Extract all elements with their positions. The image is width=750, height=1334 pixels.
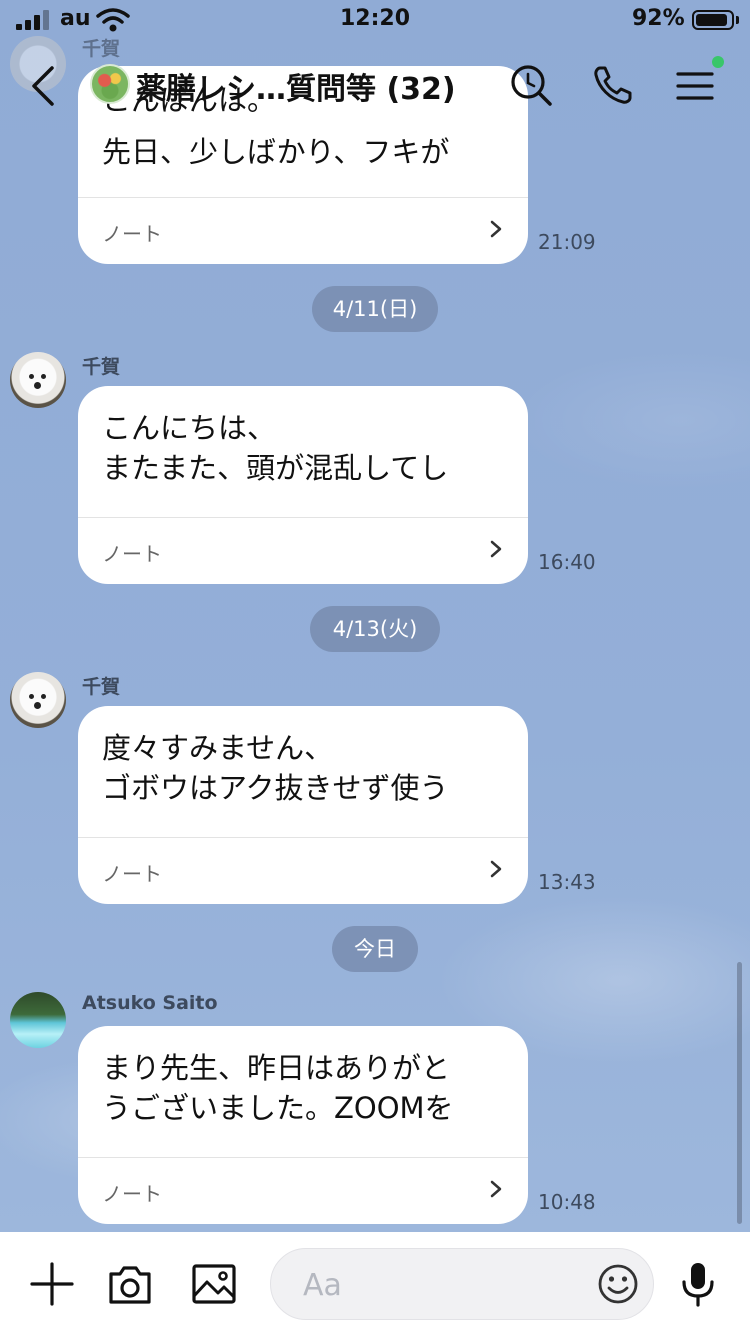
note-line: またまた、頭が混乱してし bbox=[102, 451, 449, 485]
battery-cap bbox=[736, 16, 739, 24]
note-footer[interactable]: ノート bbox=[78, 1157, 528, 1224]
note-label: ノート bbox=[102, 862, 162, 886]
sender-name: 千賀 bbox=[82, 676, 121, 698]
message-time: 16:40 bbox=[538, 550, 596, 574]
note-line: まり先生、昨日はありがと bbox=[102, 1051, 451, 1085]
date-separator: 今日 bbox=[332, 926, 418, 972]
date-separator: 4/11(日) bbox=[312, 286, 438, 332]
menu-icon[interactable] bbox=[672, 62, 718, 108]
chevron-right-icon bbox=[490, 860, 502, 878]
note-label: ノート bbox=[102, 1182, 162, 1206]
scrollbar[interactable] bbox=[737, 962, 742, 1224]
message-time: 13:43 bbox=[538, 870, 596, 894]
note-line: 度々すみません、 bbox=[102, 731, 334, 765]
note-preview: 度々すみません、 ゴボウはアク抜きせず使う bbox=[102, 728, 508, 808]
plus-icon[interactable] bbox=[28, 1260, 76, 1308]
note-card[interactable]: まり先生、昨日はありがと うございました。ZOOMを ノート bbox=[78, 1026, 528, 1224]
message-input[interactable] bbox=[301, 1263, 585, 1307]
message-input-box[interactable] bbox=[270, 1248, 654, 1320]
group-avatar[interactable] bbox=[90, 64, 130, 104]
battery-percent: 92% bbox=[632, 6, 685, 31]
note-line: うございました。ZOOMを bbox=[102, 1091, 454, 1125]
note-line: ゴボウはアク抜きせず使う bbox=[102, 771, 449, 805]
note-footer[interactable]: ノート bbox=[78, 197, 528, 264]
chevron-right-icon bbox=[490, 540, 502, 558]
note-preview: こんにちは、 またまた、頭が混乱してし bbox=[102, 408, 508, 488]
input-bar bbox=[0, 1232, 750, 1334]
chevron-right-icon bbox=[490, 220, 502, 238]
note-label: ノート bbox=[102, 542, 162, 566]
status-bar: au 12:20 92% bbox=[0, 0, 750, 40]
note-label: ノート bbox=[102, 222, 162, 246]
message-time: 10:48 bbox=[538, 1190, 596, 1214]
note-preview: まり先生、昨日はありがと うございました。ZOOMを bbox=[102, 1048, 508, 1128]
note-card[interactable]: こんにちは、 またまた、頭が混乱してし ノート bbox=[78, 386, 528, 584]
sender-avatar[interactable] bbox=[10, 352, 66, 408]
message-time: 21:09 bbox=[538, 230, 596, 254]
phone-icon[interactable] bbox=[590, 62, 636, 108]
sender-avatar[interactable] bbox=[10, 992, 66, 1048]
battery-icon bbox=[692, 10, 734, 30]
sender-name: 千賀 bbox=[82, 356, 121, 378]
chat-title[interactable]: 薬膳レシ…質問等 (32) bbox=[136, 64, 456, 108]
emoji-icon[interactable] bbox=[597, 1263, 639, 1305]
chevron-left-icon[interactable] bbox=[24, 62, 64, 110]
search-icon[interactable] bbox=[508, 62, 554, 108]
microphone-icon[interactable] bbox=[674, 1260, 722, 1308]
image-icon[interactable] bbox=[190, 1260, 238, 1308]
sender-avatar[interactable] bbox=[10, 672, 66, 728]
notification-dot bbox=[712, 56, 724, 68]
chat-header: 薬膳レシ…質問等 (32) bbox=[0, 40, 750, 128]
note-line: こんにちは、 bbox=[102, 411, 277, 445]
note-footer[interactable]: ノート bbox=[78, 837, 528, 904]
date-separator: 4/13(火) bbox=[310, 606, 440, 652]
sender-name: Atsuko Saito bbox=[82, 992, 218, 1014]
camera-icon[interactable] bbox=[106, 1260, 154, 1308]
chevron-right-icon bbox=[490, 1180, 502, 1198]
note-card[interactable]: 度々すみません、 ゴボウはアク抜きせず使う ノート bbox=[78, 706, 528, 904]
note-footer[interactable]: ノート bbox=[78, 517, 528, 584]
note-line: 先日、少しばかり、フキが bbox=[102, 135, 450, 169]
